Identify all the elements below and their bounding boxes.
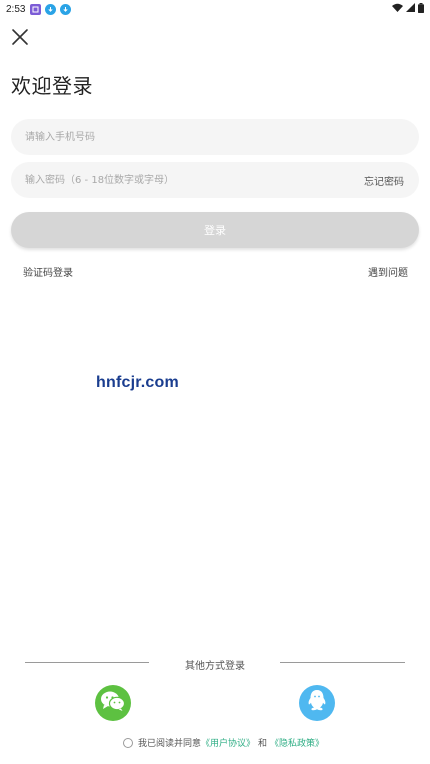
divider-right <box>280 662 405 663</box>
watermark-text: hnfcjr.com <box>96 374 179 391</box>
app-notification-icon <box>30 3 42 15</box>
agreement-prefix: 我已阅读并同意 <box>138 739 202 749</box>
download-icon <box>45 3 57 15</box>
signal-icon <box>406 3 415 15</box>
download-icon <box>60 3 72 15</box>
forgot-password-link[interactable]: 忘记密码 <box>364 173 404 188</box>
phone-field <box>11 119 419 155</box>
password-field: 忘记密码 <box>11 162 419 198</box>
user-agreement-link[interactable]: 《用户协议》 <box>201 736 255 749</box>
wifi-icon <box>392 3 403 15</box>
qq-icon <box>306 689 328 717</box>
battery-icon <box>418 2 424 16</box>
password-input[interactable] <box>25 162 364 198</box>
agreement-row: 我已阅读并同意 《用户协议》 和 《隐私政策》 <box>123 736 324 749</box>
page-title: 欢迎登录 <box>11 74 93 98</box>
status-right-icons <box>392 2 424 16</box>
agreement-and: 和 <box>258 739 268 749</box>
help-link[interactable]: 遇到问题 <box>368 264 408 279</box>
divider-left <box>25 662 149 663</box>
wechat-icon <box>100 690 126 716</box>
privacy-policy-link[interactable]: 《隐私政策》 <box>270 736 324 749</box>
qq-login-button[interactable] <box>299 685 335 721</box>
status-time: 2:53 <box>6 3 26 15</box>
agree-checkbox[interactable] <box>123 737 133 748</box>
login-button[interactable]: 登录 <box>11 212 419 248</box>
wechat-login-button[interactable] <box>95 685 131 721</box>
login-screen: 2:53 欢迎登录 请输入手机号码 忘记密码 登录 验证码登录 遇到问题 hnf… <box>0 0 430 764</box>
status-bar: 2:53 <box>0 0 430 18</box>
close-icon[interactable] <box>10 27 30 47</box>
sms-login-link[interactable]: 验证码登录 <box>23 264 73 279</box>
other-login-label: 其他方式登录 <box>185 661 245 672</box>
phone-input[interactable] <box>25 119 405 155</box>
